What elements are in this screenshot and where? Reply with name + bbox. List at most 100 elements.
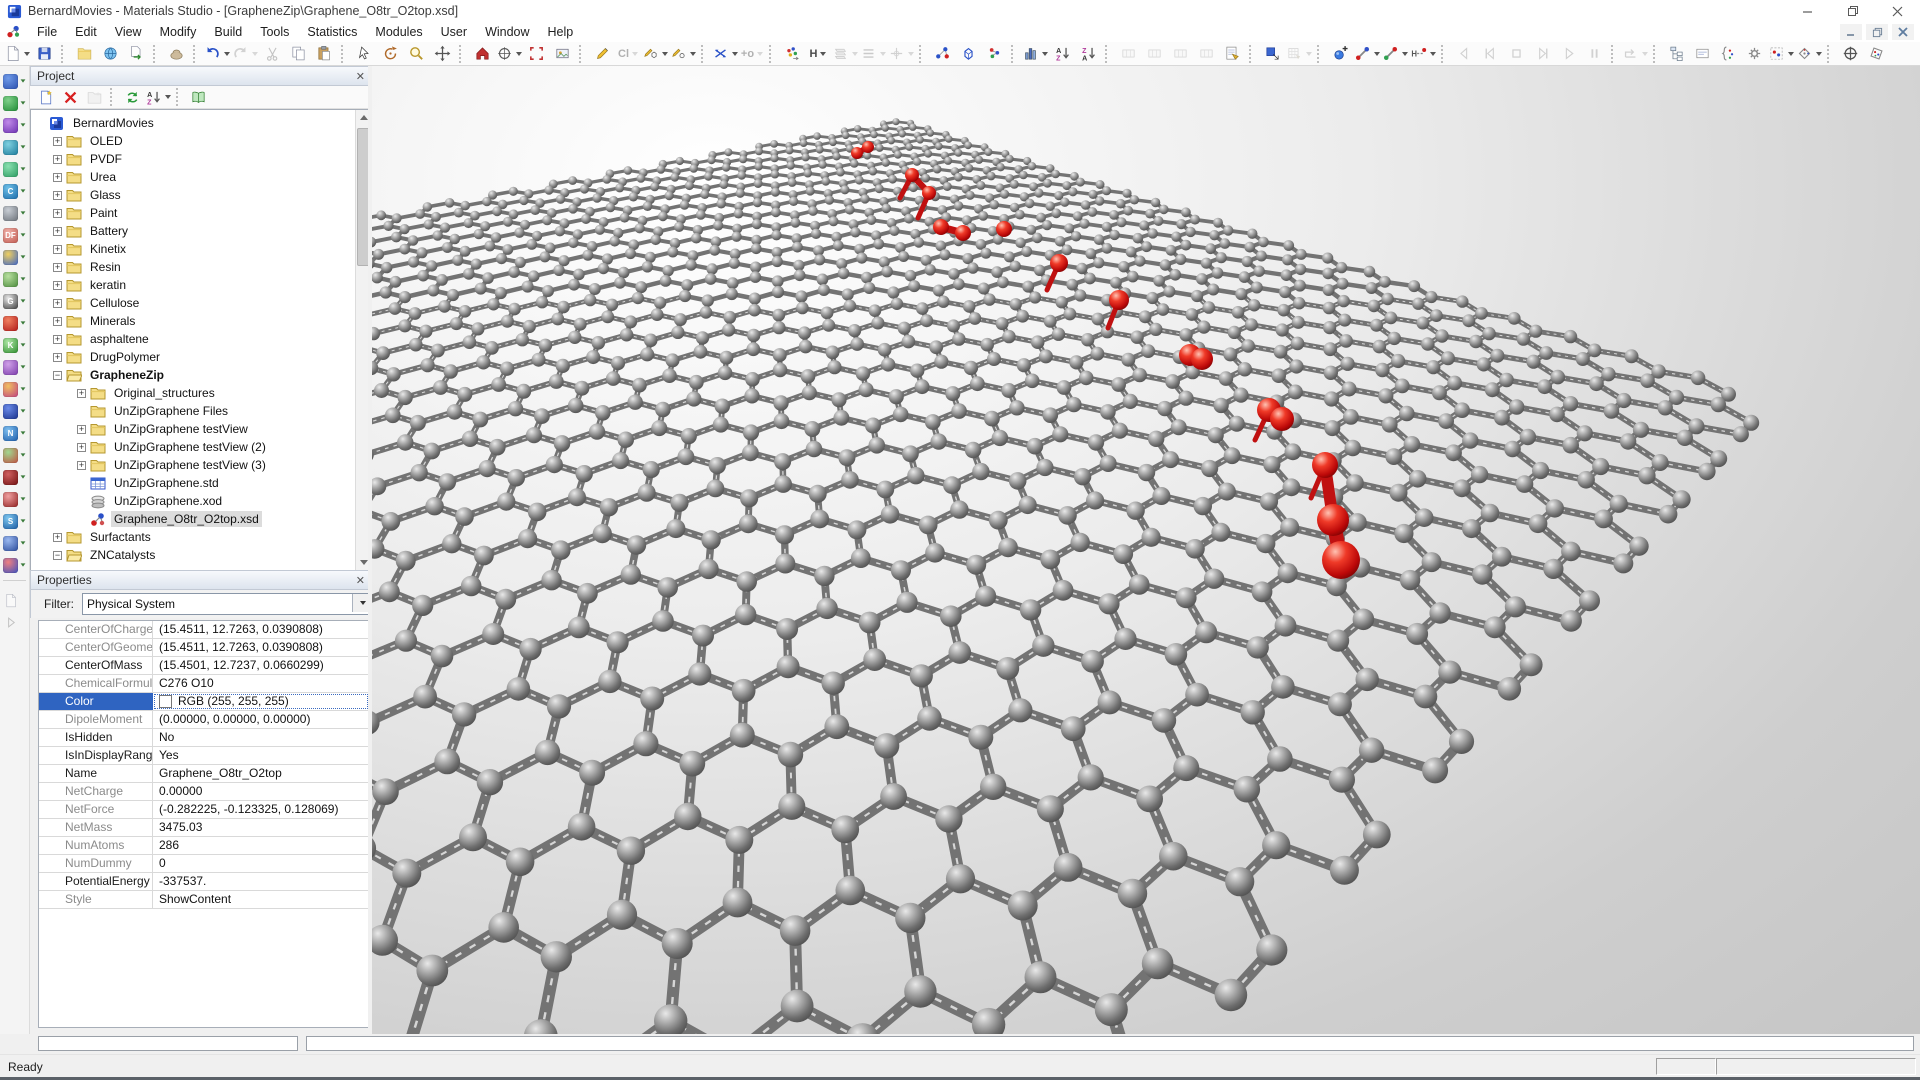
recenter-button[interactable]: [1837, 43, 1863, 65]
properties-close-icon[interactable]: ✕: [356, 574, 365, 587]
expander[interactable]: +: [53, 317, 62, 326]
chevron-down-icon[interactable]: [21, 167, 26, 170]
chevron-down-icon[interactable]: [21, 321, 26, 324]
expander[interactable]: +: [77, 443, 86, 452]
chevron-down-icon[interactable]: [21, 277, 26, 280]
project-close-icon[interactable]: ✕: [356, 70, 365, 83]
chevron-down-icon[interactable]: [21, 409, 26, 412]
module-17-button[interactable]: N: [0, 422, 29, 444]
module-21-button[interactable]: S: [0, 510, 29, 532]
display-style-button[interactable]: [1259, 43, 1285, 65]
rotate-mode-button[interactable]: [377, 43, 403, 65]
module-23-button[interactable]: [0, 554, 29, 576]
bond-calculation-button[interactable]: [1381, 43, 1409, 65]
expander[interactable]: +: [53, 263, 62, 272]
group-atoms-button[interactable]: [1767, 43, 1795, 65]
property-row[interactable]: NumAtoms286: [39, 837, 369, 855]
module-19-button[interactable]: [0, 466, 29, 488]
expander[interactable]: +: [53, 137, 62, 146]
property-value[interactable]: (0.00000, 0.00000, 0.00000): [153, 711, 369, 728]
expander[interactable]: +: [53, 227, 62, 236]
perspective-toggle-button[interactable]: [1863, 43, 1889, 65]
property-value[interactable]: -337537.: [153, 873, 369, 890]
module-04-button[interactable]: [0, 136, 29, 158]
module-10-button[interactable]: [0, 268, 29, 290]
chevron-down-icon[interactable]: [21, 519, 26, 522]
tree-item[interactable]: +Resin: [31, 258, 372, 276]
property-row[interactable]: CenterOfGeometr(15.4511, 12.7263, 0.0390…: [39, 639, 369, 657]
tree-item[interactable]: +Cellulose: [31, 294, 372, 312]
tree-item[interactable]: +Paint: [31, 204, 372, 222]
render-button[interactable]: [163, 43, 189, 65]
view-onto-button[interactable]: [495, 43, 523, 65]
property-value[interactable]: Yes: [153, 747, 369, 764]
chevron-down-icon[interactable]: [21, 431, 26, 434]
3d-viewport[interactable]: [372, 66, 1920, 1034]
expander[interactable]: +: [53, 335, 62, 344]
chevron-down-icon[interactable]: [21, 541, 26, 544]
module-14-button[interactable]: [0, 356, 29, 378]
zoom-mode-button[interactable]: [403, 43, 429, 65]
module-05-button[interactable]: [0, 158, 29, 180]
menu-file[interactable]: File: [28, 23, 66, 41]
property-value[interactable]: Graphene_O8tr_O2top: [153, 765, 369, 782]
table-view-button[interactable]: [1689, 43, 1715, 65]
menu-window[interactable]: Window: [476, 23, 538, 41]
adjust-bond-button[interactable]: [711, 43, 739, 65]
chevron-down-icon[interactable]: [908, 52, 914, 56]
expander[interactable]: +: [53, 245, 62, 254]
module-03-button[interactable]: [0, 114, 29, 136]
property-row[interactable]: IsHiddenNo: [39, 729, 369, 747]
chevron-down-icon[interactable]: [21, 563, 26, 566]
module-01-button[interactable]: [0, 70, 29, 92]
chevron-down-icon[interactable]: [21, 79, 26, 82]
menu-edit[interactable]: Edit: [66, 23, 106, 41]
chevron-down-icon[interactable]: [21, 387, 26, 390]
expander[interactable]: −: [53, 371, 62, 380]
expander[interactable]: +: [77, 461, 86, 470]
tree-item[interactable]: −GrapheneZip: [31, 366, 372, 384]
property-row[interactable]: CenterOfMass(15.4501, 12.7237, 0.0660299…: [39, 657, 369, 675]
expander[interactable]: +: [53, 155, 62, 164]
property-row[interactable]: CenterOfCharge(15.4511, 12.7263, 0.03908…: [39, 621, 369, 639]
chevron-down-icon[interactable]: [21, 475, 26, 478]
save-button[interactable]: [31, 43, 57, 65]
panel-play-button[interactable]: [0, 611, 29, 633]
property-value[interactable]: 286: [153, 837, 369, 854]
tree-item[interactable]: +Urea: [31, 168, 372, 186]
tree-item[interactable]: +DrugPolymer: [31, 348, 372, 366]
module-20-button[interactable]: [0, 488, 29, 510]
property-row[interactable]: ColorRGB (255, 255, 255): [39, 693, 369, 711]
menu-modify[interactable]: Modify: [151, 23, 206, 41]
module-18-button[interactable]: [0, 444, 29, 466]
chevron-down-icon[interactable]: [632, 52, 638, 56]
open-button[interactable]: [71, 43, 97, 65]
tree-item[interactable]: UnZipGraphene.std: [31, 474, 372, 492]
property-row[interactable]: NetMass3475.03: [39, 819, 369, 837]
translate-mode-button[interactable]: [429, 43, 455, 65]
property-row[interactable]: NetCharge0.00000: [39, 783, 369, 801]
module-02-button[interactable]: [0, 92, 29, 114]
undo-button[interactable]: [203, 43, 231, 65]
menu-user[interactable]: User: [432, 23, 476, 41]
expander[interactable]: −: [53, 551, 62, 560]
import-button[interactable]: [97, 43, 123, 65]
expander[interactable]: +: [53, 281, 62, 290]
property-row[interactable]: IsInDisplayRangeYes: [39, 747, 369, 765]
chevron-down-icon[interactable]: [21, 211, 26, 214]
chevron-down-icon[interactable]: [21, 453, 26, 456]
sort-project-button[interactable]: AZ: [144, 86, 172, 108]
expander[interactable]: +: [53, 191, 62, 200]
chevron-down-icon[interactable]: [690, 52, 696, 56]
module-07-button[interactable]: [0, 202, 29, 224]
menu-build[interactable]: Build: [205, 23, 251, 41]
reset-view-button[interactable]: [469, 43, 495, 65]
tree-item[interactable]: +PVDF: [31, 150, 372, 168]
new-button[interactable]: [3, 43, 31, 65]
menu-help[interactable]: Help: [539, 23, 583, 41]
scene-view-button[interactable]: [549, 43, 575, 65]
hierarchy-view-button[interactable]: [1663, 43, 1689, 65]
tree-item[interactable]: +UnZipGraphene testView (3): [31, 456, 372, 474]
tree-item[interactable]: +UnZipGraphene testView (2): [31, 438, 372, 456]
module-22-button[interactable]: [0, 532, 29, 554]
